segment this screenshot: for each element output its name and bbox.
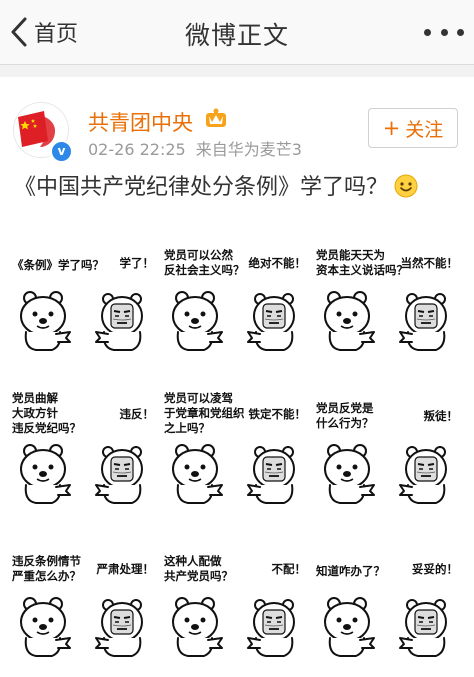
face-sticker-icon (94, 290, 150, 356)
bear-sticker-icon (168, 596, 224, 662)
follow-button[interactable]: + 关注 (368, 108, 458, 148)
section-divider (0, 65, 474, 77)
meme-question-line: 共产党员吗？ (164, 569, 233, 583)
meme-question: 党员曲解 大政方针 违反党纪吗？ (12, 391, 81, 436)
smile-emoji-icon (394, 174, 418, 198)
meme-answer-line: 绝对不能！ (248, 256, 307, 270)
meme-answer-line: 妥妥的！ (412, 562, 458, 576)
meme-question: 党员反党是 什么行为？ (316, 401, 374, 431)
meme-answer: 铁定不能！ (249, 407, 307, 422)
face-sticker-icon (246, 290, 302, 356)
post-date: 02-26 22:25 (88, 140, 186, 159)
meme-answer: 绝对不能！ (249, 256, 307, 271)
meme-answer: 叛徒！ (424, 409, 459, 424)
navigation-bar: 首页 微博正文 (0, 0, 474, 65)
crown-member-icon[interactable] (204, 107, 228, 129)
meme-question-line: 违反条例情节 (12, 554, 81, 568)
face-sticker-icon (246, 596, 302, 662)
meme-image-2[interactable]: 党员可以公然 反社会主义吗？ 绝对不能！ (160, 216, 310, 364)
page-title: 微博正文 (184, 21, 289, 50)
meme-image-9[interactable]: 知道咋办了？ 妥妥的！ (312, 522, 462, 670)
meme-answer: 违反！ (120, 407, 155, 422)
meme-image-7[interactable]: 违反条例情节 严重怎么办？ 严肃处理！ (8, 522, 158, 670)
meme-question-line: 党员曲解 (12, 391, 58, 405)
image-grid: 《条例》学了吗？ 学了！ 党员可以公然 反社会主义吗？ 绝对不能！ 党员能天天为 资本主… (8, 216, 466, 671)
face-sticker-icon (398, 443, 454, 509)
meme-question-line: 反社会主义吗？ (164, 263, 245, 277)
post-text: 《中国共产党纪律处分条例》学了吗？ (14, 173, 464, 203)
more-dot-icon (457, 28, 464, 36)
meme-answer: 严肃处理！ (97, 562, 155, 577)
bear-sticker-icon (16, 290, 72, 356)
meme-answer-line: 铁定不能！ (248, 407, 307, 421)
meme-question-line: 这种人配做 (164, 554, 222, 568)
meme-image-6[interactable]: 党员反党是 什么行为？ 叛徒！ (312, 369, 462, 517)
meme-question-line: 资本主义说话吗？ (316, 263, 408, 277)
follow-label: 关注 (405, 118, 444, 141)
meme-answer-line: 学了！ (119, 256, 155, 270)
meme-question-line: 党员可以公然 (164, 248, 233, 262)
more-options-button[interactable] (424, 20, 464, 44)
meme-question-line: 大政方针 (12, 406, 58, 420)
meme-image-1[interactable]: 《条例》学了吗？ 学了！ (8, 216, 158, 364)
meme-image-4[interactable]: 党员曲解 大政方针 违反党纪吗？ 违反！ (8, 369, 158, 517)
meme-answer: 学了！ (120, 256, 155, 271)
meme-question-line: 《条例》学了吗？ (12, 258, 104, 272)
post-text-content: 《中国共产党纪律处分条例》学了吗？ (14, 175, 389, 200)
bear-sticker-icon (16, 596, 72, 662)
meme-question: 知道咋办了？ (316, 564, 385, 579)
bear-sticker-icon (168, 443, 224, 509)
meme-image-3[interactable]: 党员能天天为 资本主义说话吗？ 当然不能！ (312, 216, 462, 364)
meme-answer: 当然不能！ (401, 256, 459, 271)
meme-question-line: 知道咋办了？ (316, 564, 385, 578)
bear-sticker-icon (168, 290, 224, 356)
meme-question: 违反条例情节 严重怎么办？ (12, 554, 81, 584)
meme-question-line: 严重怎么办？ (12, 569, 81, 583)
meme-question: 《条例》学了吗？ (12, 258, 104, 273)
verified-badge-icon: v (50, 140, 73, 163)
bear-sticker-icon (320, 290, 376, 356)
meme-answer-line: 不配！ (271, 562, 307, 576)
meme-question-line: 党员反党是 (316, 401, 374, 415)
meme-question: 党员能天天为 资本主义说话吗？ (316, 248, 408, 278)
post-source: 来自华为麦芒3 (195, 140, 302, 159)
face-sticker-icon (94, 596, 150, 662)
meme-question: 党员可以公然 反社会主义吗？ (164, 248, 245, 278)
meme-image-8[interactable]: 这种人配做 共产党员吗？ 不配！ (160, 522, 310, 670)
meme-question: 党员可以凌驾 于党章和党组织 之上吗？ (164, 391, 245, 436)
meme-question-line: 之上吗？ (164, 421, 210, 435)
meme-answer-line: 叛徒！ (423, 409, 459, 423)
meme-image-5[interactable]: 党员可以凌驾 于党章和党组织 之上吗？ 铁定不能！ (160, 369, 310, 517)
meme-question-line: 党员可以凌驾 (164, 391, 233, 405)
more-dot-icon (424, 28, 431, 36)
face-sticker-icon (398, 290, 454, 356)
meme-answer-line: 严肃处理！ (96, 562, 155, 576)
face-sticker-icon (398, 596, 454, 662)
bear-sticker-icon (320, 443, 376, 509)
meme-question: 这种人配做 共产党员吗？ (164, 554, 233, 584)
user-name[interactable]: 共青团中央 (88, 107, 193, 137)
face-sticker-icon (246, 443, 302, 509)
meme-answer-line: 当然不能！ (400, 256, 459, 270)
bear-sticker-icon (320, 596, 376, 662)
meme-answer: 不配！ (272, 562, 307, 577)
post-meta: 02-26 22:25 来自华为麦芒3 (88, 136, 302, 160)
meme-question-line: 违反党纪吗？ (12, 421, 81, 435)
more-dot-icon (440, 28, 448, 36)
meme-answer-line: 违反！ (119, 407, 155, 421)
meme-question-line: 什么行为？ (316, 416, 374, 430)
bear-sticker-icon (16, 443, 72, 509)
meme-question-line: 党员能天天为 (316, 248, 385, 262)
face-sticker-icon (94, 443, 150, 509)
meme-answer: 妥妥的！ (412, 562, 458, 577)
plus-icon: + (382, 115, 401, 140)
meme-question-line: 于党章和党组织 (164, 406, 245, 420)
